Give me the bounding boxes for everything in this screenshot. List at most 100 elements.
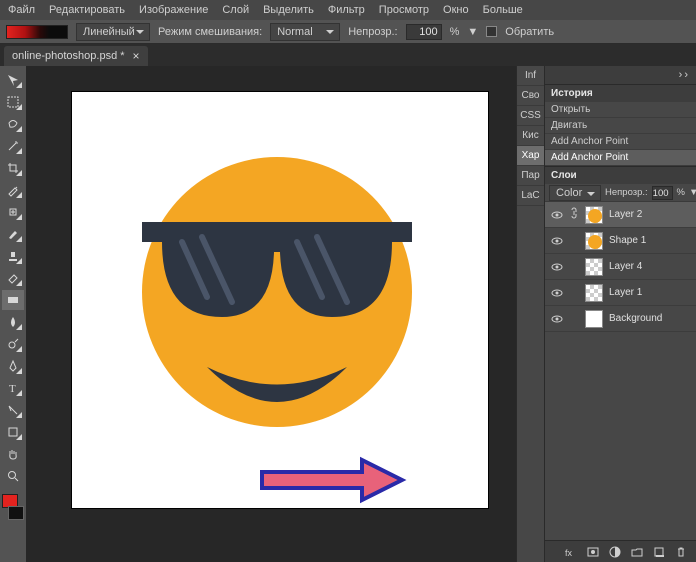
new-layer-icon[interactable]: [652, 545, 666, 559]
move-tool[interactable]: [2, 70, 24, 90]
visibility-icon[interactable]: [551, 235, 563, 247]
canvas-stage[interactable]: [26, 66, 516, 562]
path-tool[interactable]: [2, 400, 24, 420]
layer-name[interactable]: Layer 2: [609, 209, 690, 220]
layer-row[interactable]: Shape 1: [545, 228, 696, 254]
layer-thumbnail[interactable]: [585, 258, 603, 276]
healing-tool[interactable]: [2, 202, 24, 222]
history-item[interactable]: Add Anchor Point: [545, 150, 696, 166]
layer-blend-row: Color Непрозр.: 100 % ▼: [545, 184, 696, 202]
layer-thumbnail[interactable]: [585, 310, 603, 328]
adjustment-icon[interactable]: [608, 545, 622, 559]
layer-thumbnail[interactable]: [585, 232, 603, 250]
dodge-tool[interactable]: [2, 334, 24, 354]
opacity-input[interactable]: 100: [406, 24, 442, 40]
zoom-tool[interactable]: [2, 466, 24, 486]
menu-layer[interactable]: Слой: [222, 4, 249, 16]
opacity-pct: %: [450, 26, 460, 38]
menu-edit[interactable]: Редактировать: [49, 4, 125, 16]
menu-filter[interactable]: Фильтр: [328, 4, 365, 16]
toolbox: T: [0, 66, 26, 562]
marquee-tool[interactable]: [2, 92, 24, 112]
menu-more[interactable]: Больше: [483, 4, 523, 16]
document-tab[interactable]: online-photoshop.psd * ×: [4, 46, 148, 66]
gradient-swatch[interactable]: [6, 25, 68, 39]
visibility-icon[interactable]: [551, 261, 563, 273]
menu-bar: Файл Редактировать Изображение Слой Выде…: [0, 0, 696, 20]
link-icon[interactable]: [569, 207, 579, 222]
hand-tool[interactable]: [2, 444, 24, 464]
color-swatches[interactable]: [2, 494, 24, 520]
history-item[interactable]: Add Anchor Point: [545, 134, 696, 150]
sidetab-lac[interactable]: LaС: [517, 186, 544, 206]
blend-mode-dropdown[interactable]: Normal: [270, 23, 340, 41]
layer-row[interactable]: Layer 2: [545, 202, 696, 228]
history-item[interactable]: Двигать: [545, 118, 696, 134]
sidetab-swatches[interactable]: Сво: [517, 86, 544, 106]
stamp-tool[interactable]: [2, 246, 24, 266]
lasso-tool[interactable]: [2, 114, 24, 134]
chevron-down-icon[interactable]: ▼: [689, 187, 696, 198]
visibility-icon[interactable]: [551, 313, 563, 325]
layer-blend-dropdown[interactable]: Color: [549, 185, 601, 201]
shape-tool[interactable]: [2, 422, 24, 442]
layer-row[interactable]: Layer 4: [545, 254, 696, 280]
blend-mode-label: Режим смешивания:: [158, 26, 262, 38]
fx-icon[interactable]: fx: [564, 545, 578, 559]
canvas[interactable]: [72, 92, 488, 508]
layer-opacity-pct: %: [677, 187, 685, 198]
wand-tool[interactable]: [2, 136, 24, 156]
layer-thumbnail[interactable]: [585, 284, 603, 302]
history-panel-header[interactable]: История: [545, 84, 696, 102]
background-color[interactable]: [8, 506, 24, 520]
svg-text:T: T: [9, 383, 16, 395]
layer-opacity-label: Непрозр.:: [605, 187, 648, 198]
layers-bottom-bar: fx: [545, 540, 696, 562]
layer-row[interactable]: Background: [545, 306, 696, 332]
pen-tool[interactable]: [2, 356, 24, 376]
right-panel: ›› История Открыть Двигать Add Anchor Po…: [544, 66, 696, 562]
layer-row[interactable]: Layer 1: [545, 280, 696, 306]
folder-icon[interactable]: [630, 545, 644, 559]
visibility-icon[interactable]: [551, 287, 563, 299]
history-item[interactable]: Открыть: [545, 102, 696, 118]
reverse-checkbox[interactable]: [486, 26, 497, 37]
layers-panel-header[interactable]: Слои: [545, 166, 696, 184]
sidetab-brushes[interactable]: Кис: [517, 126, 544, 146]
menu-image[interactable]: Изображение: [139, 4, 208, 16]
svg-text:fx: fx: [565, 548, 573, 558]
layer-name[interactable]: Layer 4: [609, 261, 690, 272]
layer-name[interactable]: Background: [609, 313, 690, 324]
eraser-tool[interactable]: [2, 268, 24, 288]
side-tab-strip: Inf Сво CSS Кис Хар Пар LaС: [516, 66, 544, 562]
menu-view[interactable]: Просмотр: [379, 4, 429, 16]
sidetab-character[interactable]: Хар: [517, 146, 544, 166]
gradient-tool[interactable]: [2, 290, 24, 310]
document-tab-bar: online-photoshop.psd * ×: [0, 44, 696, 66]
type-tool[interactable]: T: [2, 378, 24, 398]
layer-name[interactable]: Layer 1: [609, 287, 690, 298]
menu-select[interactable]: Выделить: [263, 4, 314, 16]
layer-opacity-input[interactable]: 100: [652, 186, 673, 200]
menu-window[interactable]: Окно: [443, 4, 469, 16]
reverse-label: Обратить: [505, 26, 554, 38]
sidetab-info[interactable]: Inf: [517, 66, 544, 86]
collapse-icon[interactable]: ››: [679, 69, 690, 81]
gradient-type-dropdown[interactable]: Линейный: [76, 23, 150, 41]
menu-file[interactable]: Файл: [8, 4, 35, 16]
blur-tool[interactable]: [2, 312, 24, 332]
visibility-icon[interactable]: [551, 209, 563, 221]
crop-tool[interactable]: [2, 158, 24, 178]
sidetab-css[interactable]: CSS: [517, 106, 544, 126]
sidetab-paragraph[interactable]: Пар: [517, 166, 544, 186]
eyedropper-tool[interactable]: [2, 180, 24, 200]
options-bar: Линейный Режим смешивания: Normal Непроз…: [0, 20, 696, 44]
layer-name[interactable]: Shape 1: [609, 235, 690, 246]
opacity-dropdown-icon[interactable]: ▼: [467, 26, 478, 38]
trash-icon[interactable]: [674, 545, 688, 559]
layer-thumbnail[interactable]: [585, 206, 603, 224]
opacity-label: Непрозр.:: [348, 26, 397, 38]
brush-tool[interactable]: [2, 224, 24, 244]
mask-icon[interactable]: [586, 545, 600, 559]
close-icon[interactable]: ×: [133, 50, 140, 62]
